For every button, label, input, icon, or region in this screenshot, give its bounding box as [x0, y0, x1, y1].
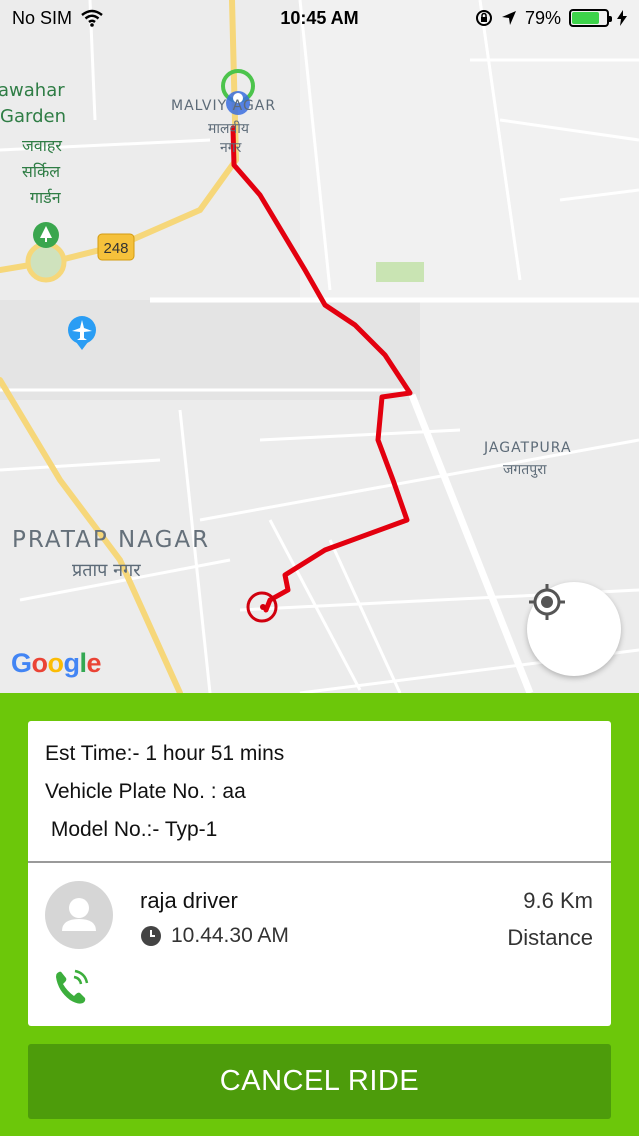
phone-icon	[56, 969, 89, 1004]
map-label-jagatpura-hi: जगतपुरा	[503, 462, 547, 478]
model-no-text: Model No.:- Typ-1	[45, 818, 218, 841]
divider	[28, 861, 611, 863]
clock-icon	[141, 926, 161, 946]
distance-label: Distance	[507, 925, 593, 950]
map-label-pratap-nagar-en: PRATAP NAGAR	[12, 527, 211, 553]
park-marker-icon	[33, 222, 59, 248]
my-location-button[interactable]	[527, 582, 621, 676]
avatar	[45, 881, 113, 949]
map-label-garden-hi: गार्डन	[30, 188, 61, 207]
map-label-nagar-hi: नगर	[220, 140, 242, 156]
battery-percent: 79%	[524, 7, 561, 28]
user-placeholder-icon	[62, 898, 96, 931]
crosshair-icon	[529, 584, 565, 620]
ride-info-card: Est Time:- 1 hour 51 mins Vehicle Plate …	[28, 721, 611, 1026]
map-label-malviya-hi: मालवीय	[208, 121, 250, 137]
location-arrow-icon	[501, 11, 516, 25]
highway-shield-label: 248	[103, 240, 128, 257]
est-time-text: Est Time:- 1 hour 51 mins	[45, 742, 285, 765]
map-label-garden-en: Garden	[0, 106, 66, 127]
pickup-time-row: 10.44.30 AM	[140, 924, 289, 948]
map-label-malviya-en: MALVIY AGAR	[171, 98, 277, 114]
driver-name: raja driver	[140, 888, 238, 913]
vehicle-plate-text: Vehicle Plate No. : aa	[45, 780, 246, 803]
battery-icon	[569, 9, 612, 27]
charging-bolt-icon	[617, 10, 627, 26]
distance-value: 9.6 Km	[523, 888, 593, 913]
map-label-circle-hi: सर्किल	[22, 162, 61, 181]
google-logo: Google	[11, 648, 102, 678]
orientation-lock-icon	[475, 10, 492, 26]
carrier-label: No SIM	[12, 7, 73, 28]
pickup-time-text: 10.44.30 AM	[171, 924, 289, 947]
wifi-icon	[81, 9, 103, 27]
map-label-jagatpura-en: JAGATPURA	[484, 440, 572, 456]
map-label-jawahar-en: awahar	[0, 80, 65, 101]
map-label-jawahar-hi: जवाहर	[22, 136, 62, 155]
call-driver-button[interactable]	[50, 965, 94, 1009]
map-label-pratap-nagar-hi: प्रताप नगर	[72, 560, 141, 581]
status-bar: No SIM 10:45 AM 79%	[0, 0, 639, 36]
cancel-ride-button[interactable]: CANCEL RIDE	[28, 1044, 611, 1119]
ride-panel: Est Time:- 1 hour 51 mins Vehicle Plate …	[0, 693, 639, 1136]
map-view[interactable]: 248 awahar Garden जवाहर सर्किल गार्डन MA…	[0, 0, 639, 693]
